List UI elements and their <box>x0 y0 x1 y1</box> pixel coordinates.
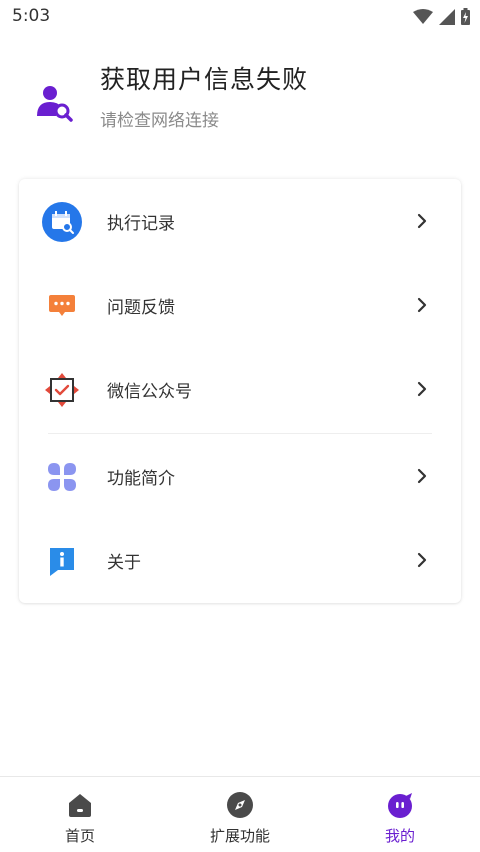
menu-item-label: 功能简介 <box>107 469 175 489</box>
face-icon <box>388 793 412 818</box>
menu-item-label: 微信公众号 <box>107 382 192 402</box>
chevron-right-icon <box>417 381 427 397</box>
check-box-icon <box>41 369 83 411</box>
compass-icon <box>227 792 253 818</box>
nav-label: 我的 <box>384 827 415 845</box>
status-time: 5:03 <box>12 6 51 26</box>
chevron-right-icon <box>417 297 427 313</box>
nav-item-home[interactable]: 首页 <box>20 777 140 852</box>
battery-icon <box>461 8 470 25</box>
menu-item-label: 问题反馈 <box>107 298 175 318</box>
grid-four-icon <box>41 456 83 498</box>
info-icon <box>41 540 83 582</box>
nav-item-extensions[interactable]: 扩展功能 <box>180 777 300 852</box>
chevron-right-icon <box>417 468 427 484</box>
profile-subtitle: 请检查网络连接 <box>100 111 219 131</box>
status-icons <box>413 8 470 25</box>
chevron-right-icon <box>417 552 427 568</box>
menu-item-feature-intro[interactable]: 功能简介 <box>19 434 461 518</box>
menu-item-wechat-account[interactable]: 微信公众号 <box>19 347 461 431</box>
nav-label: 首页 <box>64 827 95 845</box>
menu-item-execution-log[interactable]: 执行记录 <box>19 179 461 263</box>
chevron-right-icon <box>417 213 427 229</box>
menu-item-about[interactable]: 关于 <box>19 518 461 602</box>
nav-label: 扩展功能 <box>209 827 270 845</box>
calendar-search-icon <box>41 201 83 243</box>
menu-item-label: 执行记录 <box>107 214 175 234</box>
profile-header[interactable]: 获取用户信息失败 请检查网络连接 <box>0 56 480 146</box>
signal-icon <box>439 8 455 25</box>
wifi-icon <box>413 8 433 24</box>
menu-item-label: 关于 <box>107 553 141 573</box>
profile-title: 获取用户信息失败 <box>100 65 309 94</box>
menu-item-feedback[interactable]: 问题反馈 <box>19 263 461 347</box>
menu-card: 执行记录 问题反馈 微信公众号 功能简介 关于 <box>19 179 461 603</box>
user-search-icon <box>37 86 73 122</box>
nav-item-mine[interactable]: 我的 <box>340 777 460 852</box>
status-bar: 5:03 <box>0 0 480 32</box>
bottom-nav: 首页 扩展功能 我的 <box>0 776 480 852</box>
chat-bubble-icon <box>41 285 83 327</box>
home-icon <box>69 794 91 817</box>
